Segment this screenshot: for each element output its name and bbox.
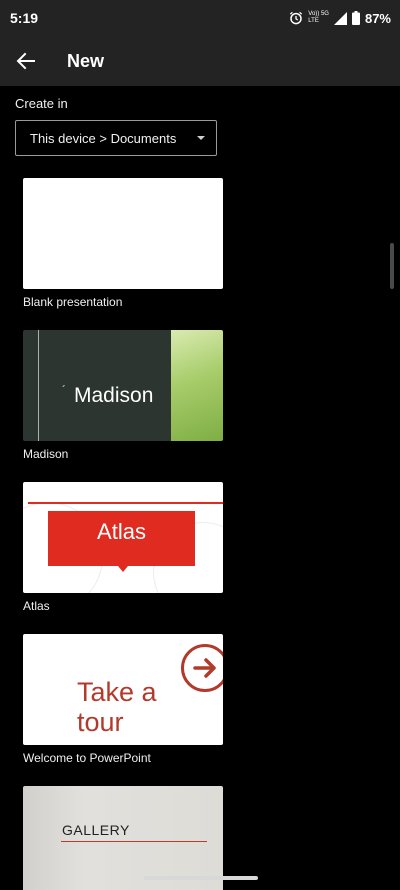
location-dropdown[interactable]: This device > Documents [15, 120, 217, 156]
thumbnail-title-line: tour [77, 707, 124, 737]
arrow-right-circle-icon [181, 644, 223, 692]
status-bar: 5:19 Vo)) 5G LTE 87% [0, 0, 400, 36]
thumbnail-title: Take a tour [77, 677, 157, 737]
alarm-icon [290, 11, 303, 25]
template-welcome-to-powerpoint[interactable]: Take a tour Welcome to PowerPoint [23, 634, 223, 765]
template-thumbnail: GALLERY [23, 786, 223, 890]
network-text-top: Vo)) 5G [308, 11, 329, 17]
banner-pointer [118, 566, 128, 572]
back-arrow-icon[interactable] [14, 49, 38, 73]
template-blank-presentation[interactable]: Blank presentation [23, 178, 223, 309]
template-caption: Welcome to PowerPoint [23, 751, 151, 765]
signal-icon [333, 11, 347, 25]
create-in-label: Create in [15, 96, 68, 111]
thumbnail-title-line: Take a [77, 677, 157, 707]
decorative-panel [171, 330, 223, 441]
decorative-mark: ´ [62, 383, 66, 397]
network-indicator: Vo)) 5G LTE [308, 11, 329, 25]
battery-percentage: 87% [364, 10, 391, 26]
app-bar: New [0, 36, 400, 86]
thumbnail-title: GALLERY [62, 822, 130, 838]
template-caption: Atlas [23, 599, 50, 613]
decorative-line [38, 330, 39, 441]
template-thumbnail: Atlas [23, 482, 223, 593]
template-caption: Blank presentation [23, 295, 123, 309]
thumbnail-title: Atlas [97, 519, 146, 544]
page-title: New [67, 51, 105, 71]
template-thumbnail [23, 178, 223, 289]
template-atlas[interactable]: Atlas Atlas [23, 482, 223, 613]
status-time: 5:19 [10, 10, 39, 26]
battery-icon [351, 11, 360, 25]
template-caption: Madison [23, 447, 69, 461]
network-text-bottom: LTE [308, 18, 319, 24]
template-gallery[interactable]: GALLERY [23, 786, 223, 890]
decorative-line [61, 841, 207, 842]
template-thumbnail: Take a tour [23, 634, 223, 745]
location-value: This device > Documents [30, 131, 177, 146]
scrollbar-thumb[interactable] [390, 243, 394, 289]
template-madison[interactable]: ´ Madison Madison [23, 330, 223, 461]
chevron-down-icon [197, 136, 205, 140]
status-icons: Vo)) 5G LTE 87% [289, 9, 391, 27]
decorative-line [28, 502, 223, 504]
home-indicator[interactable] [144, 876, 258, 880]
thumbnail-title: Madison [74, 384, 154, 407]
template-thumbnail: ´ Madison [23, 330, 223, 441]
